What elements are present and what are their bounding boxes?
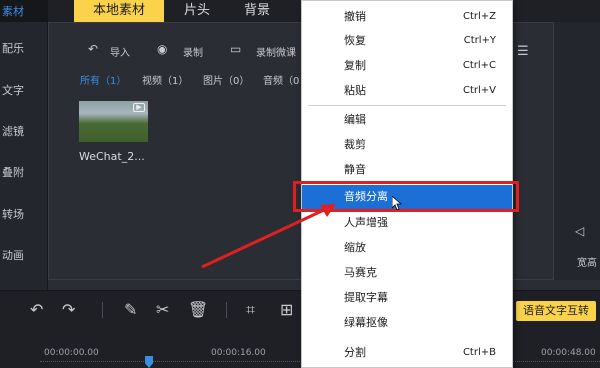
sidebar-item-transition[interactable]: 转场 — [0, 206, 24, 222]
preview-panel — [554, 22, 600, 280]
sidebar-item-overlay[interactable]: 叠附 — [0, 164, 24, 180]
filter-audio[interactable]: 音频（0 — [263, 72, 299, 87]
menu-item-label: 恢复 — [344, 34, 366, 47]
menu-item-label: 裁剪 — [344, 138, 366, 151]
menu-item-label: 撤销 — [344, 10, 366, 23]
import-button[interactable]: 导入 — [110, 44, 130, 59]
toolbar-divider — [102, 302, 103, 318]
zoom-icon[interactable]: ⊞ — [280, 300, 293, 319]
record-lesson-button[interactable]: 录制微课 — [256, 44, 296, 59]
filter-all[interactable]: 所有（1） — [80, 72, 126, 87]
menu-item-label: 复制 — [344, 59, 366, 72]
menu-item-shortcut: Ctrl+Z — [462, 11, 496, 22]
redo-icon[interactable]: ↷ — [62, 300, 75, 319]
aspect-ratio-label[interactable]: 宽高 — [577, 254, 597, 269]
ruler-label-start: 00:00:00.00 — [44, 348, 99, 358]
sidebar-item-animation[interactable]: 动画 — [0, 247, 24, 263]
undo-icon[interactable]: ↶ — [30, 300, 43, 319]
menu-separator — [308, 105, 506, 106]
menu-item-redo[interactable]: 恢复 Ctrl+Y — [302, 29, 512, 53]
sidebar-item-filter[interactable]: 滤镜 — [0, 123, 24, 139]
tab-intro[interactable]: 片头 — [168, 0, 226, 22]
menu-item-label: 分割 — [344, 346, 366, 359]
filter-image[interactable]: 图片（0） — [203, 72, 249, 87]
scissors-icon[interactable]: ✂ — [156, 300, 169, 319]
list-view-icon[interactable]: ☰ — [517, 44, 529, 59]
media-caption: WeChat_2... — [79, 150, 145, 163]
record-button[interactable]: 录制 — [183, 44, 203, 59]
menu-item-label: 静音 — [344, 163, 366, 176]
sidebar-item-text[interactable]: 文字 — [0, 82, 24, 98]
mouse-cursor-icon — [392, 196, 402, 210]
menu-item-shortcut: Ctrl+V — [462, 85, 496, 96]
menu-item-label: 马赛克 — [344, 266, 377, 279]
ruler-label-mid: 00:00:16.00 — [211, 348, 266, 358]
crop-icon[interactable]: ⌗ — [246, 300, 255, 320]
sidebar-brand: 素材 — [0, 0, 48, 22]
menu-item-label: 绿幕抠像 — [344, 316, 388, 329]
menu-item-label: 提取字幕 — [344, 291, 388, 304]
left-triangle-icon[interactable]: ◁ — [575, 224, 584, 238]
menu-item-copy[interactable]: 复制 Ctrl+C — [302, 54, 512, 78]
video-camera-icon: ▶ — [133, 103, 145, 112]
menu-item-edit[interactable]: 编辑 — [302, 108, 512, 132]
tab-background[interactable]: 背景 — [228, 0, 286, 22]
menu-item-shortcut: Ctrl+Y — [463, 35, 496, 46]
sidebar-item-music[interactable]: 配乐 — [0, 40, 24, 56]
voice-text-convert-button[interactable]: 语音文字互转 — [516, 301, 596, 321]
import-icon[interactable]: ↶ — [88, 42, 98, 56]
filter-video[interactable]: 视频（1） — [142, 72, 188, 87]
menu-item-split[interactable]: 分割 Ctrl+B — [302, 341, 512, 365]
menu-item-label: 编辑 — [344, 113, 366, 126]
menu-item-mute[interactable]: 静音 — [302, 158, 512, 182]
lesson-record-icon[interactable]: ▭ — [230, 42, 241, 56]
edit-pencil-icon[interactable]: ✎ — [124, 300, 137, 319]
tab-local-media[interactable]: 本地素材 — [74, 0, 164, 22]
record-icon[interactable]: ◉ — [157, 42, 167, 56]
menu-item-green-screen[interactable]: 绿幕抠像 — [302, 311, 512, 335]
menu-item-undo[interactable]: 撤销 Ctrl+Z — [302, 5, 512, 29]
menu-item-label: 人声增强 — [344, 216, 388, 229]
menu-item-paste[interactable]: 粘贴 Ctrl+V — [302, 79, 512, 103]
menu-item-label: 缩放 — [344, 241, 366, 254]
menu-item-label: 粘贴 — [344, 84, 366, 97]
ruler-label-end: 00:00:48.00 — [541, 348, 596, 358]
media-thumbnail[interactable]: ▶ — [79, 101, 148, 142]
menu-item-shortcut: Ctrl+C — [462, 60, 496, 71]
sidebar: 素材 配乐 文字 滤镜 叠附 转场 动画 — [0, 0, 48, 290]
menu-item-shortcut: Ctrl+B — [462, 347, 496, 358]
annotation-arrow — [201, 204, 336, 269]
menu-item-crop[interactable]: 裁剪 — [302, 133, 512, 157]
toolbar-divider — [226, 302, 227, 318]
delete-icon[interactable]: 🗑 — [188, 300, 208, 319]
menu-item-extract-subtitles[interactable]: 提取字幕 — [302, 286, 512, 310]
